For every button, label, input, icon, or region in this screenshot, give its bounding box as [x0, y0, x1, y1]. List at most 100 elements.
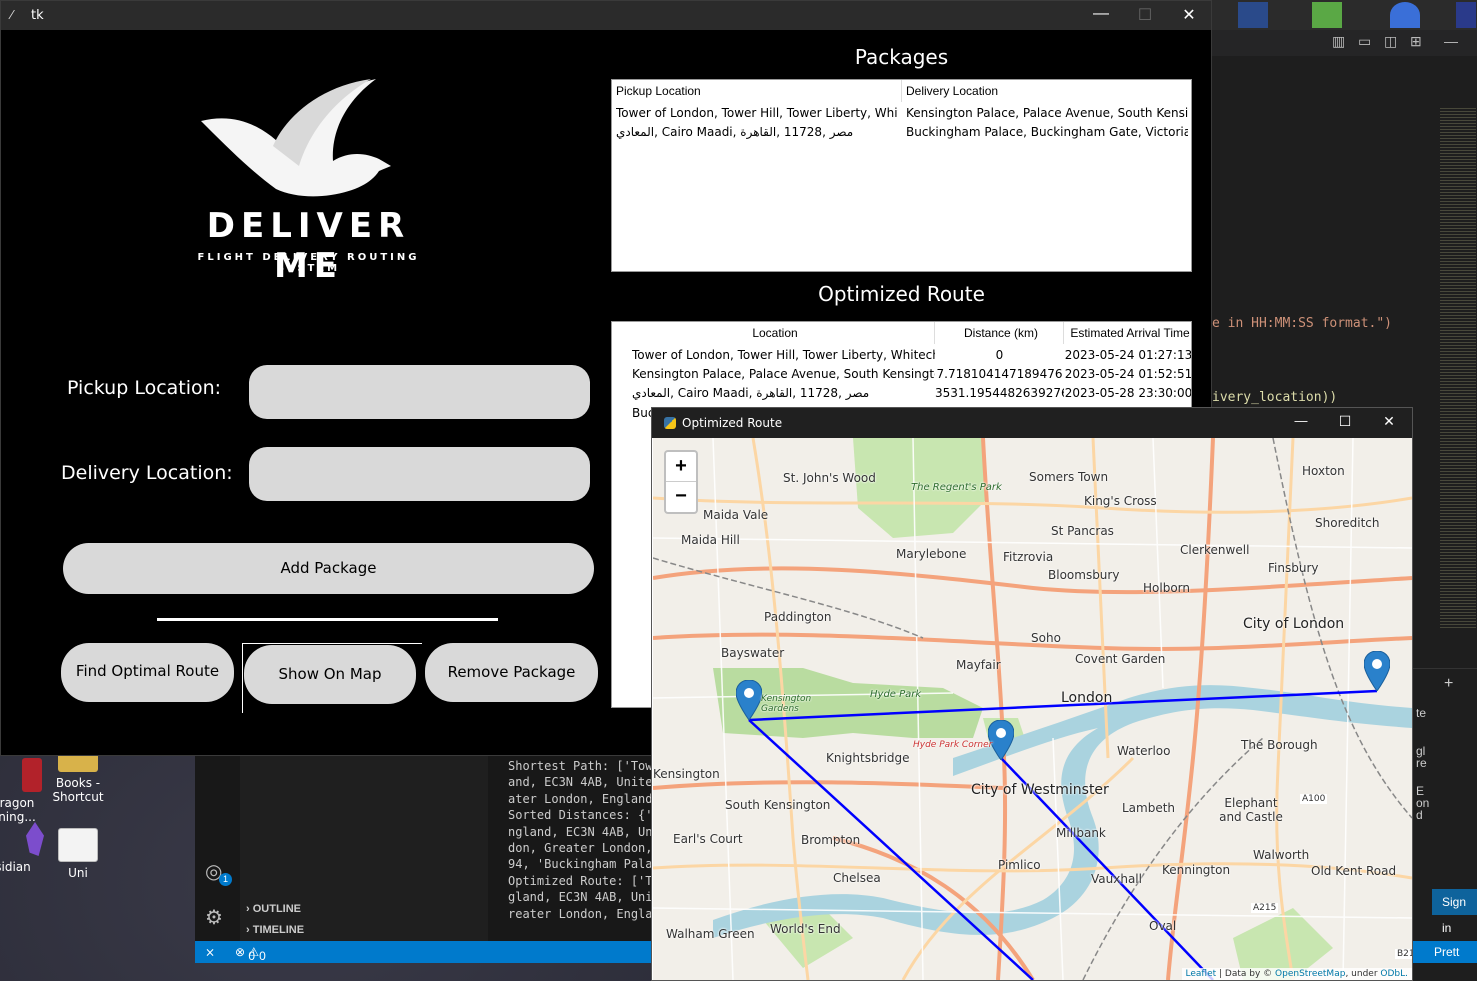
maximize-button[interactable]: ☐ [1330, 413, 1360, 430]
minimize-icon[interactable]: — [1444, 33, 1458, 49]
vscode-layout-controls: ▥ ▭ ◫ ⊞ — [1212, 30, 1477, 56]
table-cell[interactable]: 0 [935, 348, 1064, 362]
map-label: Mayfair [956, 658, 1001, 672]
table-cell[interactable]: 3531.1954482639276 [935, 386, 1064, 400]
minimize-button[interactable]: — [1286, 413, 1316, 428]
gear-icon[interactable]: ⚙ [205, 905, 223, 930]
zoom-out-button[interactable]: − [666, 482, 696, 511]
table-cell[interactable]: Kensington Palace, Palace Avenue, South … [632, 367, 935, 381]
table-cell[interactable]: المعادي, Cairo Maadi, مصر ,11728 ,القاهر… [616, 125, 898, 139]
map-label: London [1061, 690, 1113, 706]
map-label: Kensington Gardens [761, 694, 812, 714]
minimap[interactable] [1440, 108, 1476, 628]
show-on-map-button[interactable]: Show On Map [244, 645, 416, 704]
accounts-badge: 1 [219, 873, 232, 886]
table-cell[interactable]: المعادي, Cairo Maadi, مصر ,11728 ,القاهر… [632, 386, 935, 400]
desktop-icon-obsidian[interactable]: sidian [0, 822, 48, 874]
delivery-input[interactable] [249, 447, 590, 501]
terminal-line: reater London, Englan [508, 906, 658, 921]
desktop-icon-label: Shortcut [52, 790, 104, 804]
customize-layout-icon[interactable]: ⊞ [1410, 33, 1422, 50]
map-label: Elephant and Castle [1219, 796, 1283, 824]
odbl-link[interactable]: ODbL. [1380, 969, 1408, 979]
attribution-text: | Data by © [1216, 969, 1276, 979]
column-header[interactable]: Delivery Location [902, 80, 1191, 102]
desktop-icon-label: Uni [68, 866, 88, 880]
pickup-input[interactable] [249, 365, 590, 419]
map-label: St. John's Wood [783, 471, 876, 485]
app-icon[interactable] [1312, 2, 1342, 28]
outline-label: OUTLINE [252, 903, 302, 915]
terminal-line: and, EC3N 4AB, United [508, 775, 658, 790]
table-cell[interactable]: Tower of London, Tower Hill, Tower Liber… [616, 106, 898, 120]
map-label: Earl's Court [673, 832, 743, 846]
packages-table[interactable]: Pickup Location Delivery Location Tower … [611, 79, 1192, 272]
map-label: Somers Town [1029, 470, 1109, 484]
zoom-in-button[interactable]: + [666, 452, 696, 482]
vs-icon[interactable] [1238, 2, 1268, 28]
terminal-output[interactable]: Shortest Path: ['Towe and, EC3N 4AB, Uni… [488, 755, 658, 941]
table-cell[interactable]: 2023-05-28 23:30:00 [1064, 386, 1191, 400]
map-titlebar[interactable]: Optimized Route — ☐ ✕ [652, 408, 1412, 438]
app-icon[interactable] [1390, 2, 1420, 28]
leaflet-link[interactable]: Leaflet [1186, 969, 1217, 979]
road-shield: A100 [1300, 794, 1328, 804]
maximize-button[interactable]: ☐ [1130, 5, 1160, 25]
close-button[interactable]: ✕ [1374, 413, 1404, 430]
app-icon[interactable] [1456, 2, 1476, 28]
panel-label: d [1416, 808, 1423, 822]
map-window-title: Optimized Route [682, 416, 783, 430]
add-package-button[interactable]: Add Package [63, 543, 594, 594]
prettier-status[interactable]: Prett [1434, 945, 1459, 959]
toggle-panel-icon[interactable]: ▭ [1358, 33, 1371, 50]
column-header[interactable]: Distance (km) [935, 322, 1064, 344]
leaflet-map[interactable]: St. John's Wood The Regent's Park Somers… [653, 438, 1412, 980]
map-label: Waterloo [1117, 744, 1171, 758]
map-attribution: Leaflet | Data by © OpenStreetMap, under… [1181, 968, 1412, 980]
table-cell[interactable]: Tower of London, Tower Hill, Tower Liber… [632, 348, 935, 362]
chevron-right-icon: › [246, 903, 250, 915]
map-label: Oval [1149, 919, 1177, 933]
find-optimal-route-button[interactable]: Find Optimal Route [61, 643, 234, 702]
table-cell[interactable]: Kensington Palace, Palace Avenue, South … [906, 106, 1188, 120]
map-label: Maida Hill [681, 533, 740, 547]
outline-section[interactable]: › OUTLINE [246, 903, 301, 915]
column-header[interactable]: Location [612, 322, 935, 344]
map-label: Finsbury [1268, 561, 1319, 575]
osm-link[interactable]: OpenStreetMap [1275, 969, 1345, 979]
desktop-icon-label: sidian [0, 860, 31, 874]
map-label: Vauxhall [1091, 872, 1142, 886]
map-label: Brompton [801, 833, 861, 847]
map-label: Bayswater [721, 646, 785, 660]
toggle-secondary-sidebar-icon[interactable]: ◫ [1384, 33, 1397, 50]
close-button[interactable]: ✕ [1174, 5, 1204, 25]
add-terminal-icon[interactable]: + [1444, 675, 1453, 693]
problems-indicator[interactable]: ⊗ 0 ⚠ 0 [235, 945, 266, 963]
route-heading: Optimized Route [818, 282, 985, 306]
column-header[interactable]: Estimated Arrival Time [1064, 322, 1191, 344]
terminal-line: Sorted Distances: {'T [508, 808, 658, 823]
code-line: ivery_location)) [1212, 390, 1338, 405]
remote-icon[interactable]: ⨯ [205, 945, 215, 959]
desktop-icon-uni[interactable]: Uni [43, 828, 113, 880]
map-marker-icon[interactable] [736, 680, 762, 720]
map-label: Maida Vale [703, 508, 769, 522]
table-cell[interactable]: 2023-05-24 01:52:51 [1064, 367, 1191, 381]
map-label: The Borough [1241, 738, 1318, 752]
map-marker-icon[interactable] [1364, 651, 1390, 691]
map-label: Walham Green [666, 927, 755, 941]
sign-in-button[interactable]: Sign in [1432, 889, 1477, 935]
timeline-section[interactable]: › TIMELINE [246, 924, 304, 936]
panel-label: re [1416, 756, 1427, 770]
table-cell[interactable]: 7.718104147189476 [935, 367, 1064, 381]
toggle-sidebar-icon[interactable]: ▥ [1332, 33, 1345, 50]
column-header[interactable]: Pickup Location [612, 80, 902, 102]
tk-titlebar[interactable]: ⁄ tk — ☐ ✕ [1, 1, 1211, 30]
remove-package-button[interactable]: Remove Package [425, 643, 598, 702]
window-title: tk [31, 8, 44, 23]
minimize-button[interactable]: — [1086, 5, 1116, 23]
table-cell[interactable]: Buckingham Palace, Buckingham Gate, Vict… [906, 125, 1188, 139]
status-bar: ⨯ ⊗ 0 ⚠ 0 [195, 941, 655, 963]
map-label: The Regent's Park [911, 482, 1002, 493]
table-cell[interactable]: 2023-05-24 01:27:13 [1064, 348, 1191, 362]
